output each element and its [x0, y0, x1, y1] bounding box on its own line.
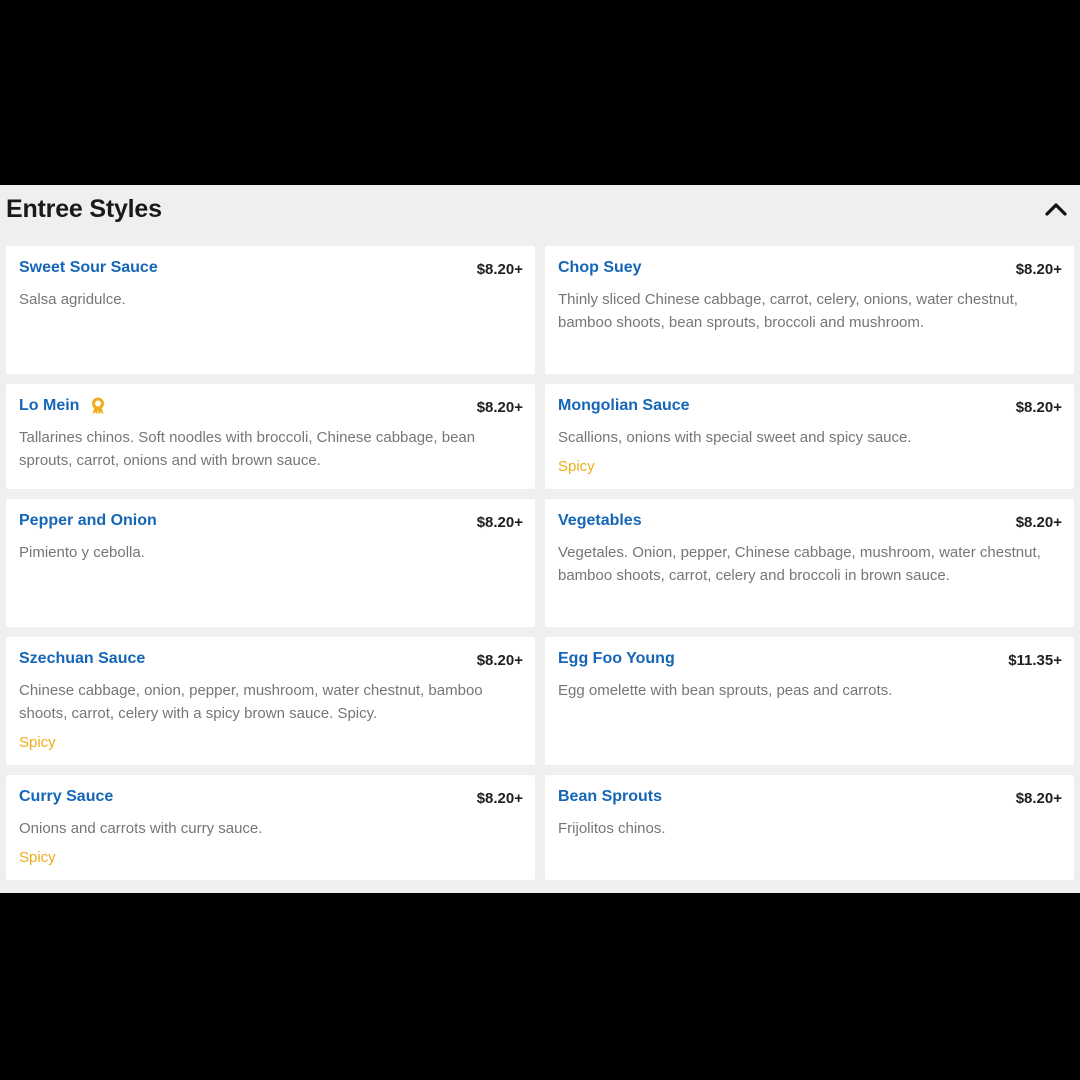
item-description: Thinly sliced Chinese cabbage, carrot, c… — [558, 291, 1018, 331]
item-price: $8.20+ — [1015, 790, 1062, 807]
section-header[interactable]: Entree Styles — [0, 185, 1080, 245]
item-description: Onions and carrots with curry sauce. — [19, 820, 263, 837]
item-name[interactable]: Egg Foo Young — [558, 650, 675, 668]
menu-item-card[interactable]: Mongolian Sauce $8.20+ Scallions, onions… — [545, 384, 1074, 489]
item-name[interactable]: Vegetables — [558, 512, 642, 530]
item-name[interactable]: Chop Suey — [558, 259, 642, 277]
item-price: $8.20+ — [1015, 399, 1062, 416]
menu-item-card[interactable]: Vegetables $8.20+ Vegetales. Onion, pepp… — [545, 499, 1074, 627]
spicy-tag: Spicy — [558, 458, 595, 475]
item-description: Scallions, onions with special sweet and… — [558, 429, 912, 446]
item-price: $8.20+ — [476, 790, 523, 807]
item-name[interactable]: Pepper and Onion — [19, 512, 157, 530]
item-name[interactable]: Mongolian Sauce — [558, 397, 690, 415]
menu-item-card[interactable]: Curry Sauce $8.20+ Onions and carrots wi… — [6, 775, 535, 880]
menu-item-card[interactable]: Pepper and Onion $8.20+ Pimiento y cebol… — [6, 499, 535, 627]
item-description: Tallarines chinos. Soft noodles with bro… — [19, 429, 476, 469]
item-price: $8.20+ — [476, 652, 523, 669]
menu-item-card[interactable]: Lo Mein $8.20+ Tallarines chinos. Soft n… — [6, 384, 535, 489]
menu-item-card[interactable]: Bean Sprouts $8.20+ Frijolitos chinos. — [545, 775, 1074, 880]
item-description: Pimiento y cebolla. — [19, 544, 145, 561]
item-description: Vegetales. Onion, pepper, Chinese cabbag… — [558, 544, 1041, 584]
item-name[interactable]: Sweet Sour Sauce — [19, 259, 158, 277]
menu-item-card[interactable]: Sweet Sour Sauce $8.20+ Salsa agridulce. — [6, 246, 535, 374]
item-description: Chinese cabbage, onion, pepper, mushroom… — [19, 682, 483, 722]
item-price: $8.20+ — [476, 514, 523, 531]
menu-items-grid: Sweet Sour Sauce $8.20+ Salsa agridulce.… — [6, 246, 1074, 880]
award-ribbon-icon — [90, 397, 106, 415]
item-price: $8.20+ — [1015, 261, 1062, 278]
item-description: Salsa agridulce. — [19, 291, 126, 308]
item-price: $8.20+ — [476, 399, 523, 416]
chevron-up-icon — [1045, 203, 1067, 216]
menu-item-card[interactable]: Egg Foo Young $11.35+ Egg omelette with … — [545, 637, 1074, 765]
menu-item-card[interactable]: Szechuan Sauce $8.20+ Chinese cabbage, o… — [6, 637, 535, 765]
spicy-tag: Spicy — [19, 734, 56, 751]
item-name[interactable]: Lo Mein — [19, 397, 79, 415]
item-price: $8.20+ — [1015, 514, 1062, 531]
item-name[interactable]: Bean Sprouts — [558, 788, 662, 806]
item-price: $8.20+ — [476, 261, 523, 278]
item-name[interactable]: Szechuan Sauce — [19, 650, 145, 668]
item-description: Egg omelette with bean sprouts, peas and… — [558, 682, 893, 699]
collapse-button[interactable] — [1042, 195, 1070, 223]
item-name[interactable]: Curry Sauce — [19, 788, 113, 806]
entree-styles-section: Entree Styles Sweet Sour Sauce $8.20+ Sa… — [0, 185, 1080, 893]
menu-item-card[interactable]: Chop Suey $8.20+ Thinly sliced Chinese c… — [545, 246, 1074, 374]
section-title: Entree Styles — [6, 195, 162, 223]
item-description: Frijolitos chinos. — [558, 820, 666, 837]
item-price: $11.35+ — [1008, 652, 1062, 669]
spicy-tag: Spicy — [19, 849, 56, 866]
